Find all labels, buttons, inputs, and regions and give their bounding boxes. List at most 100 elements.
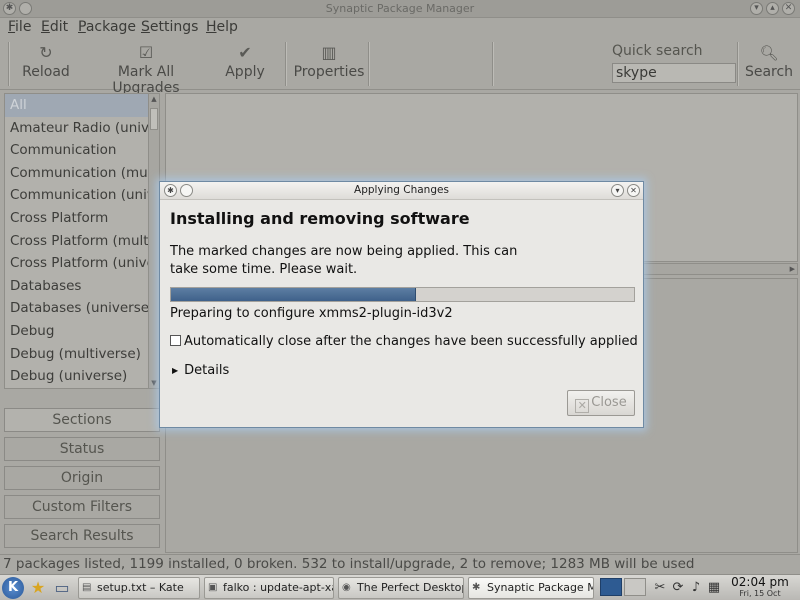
properties-icon: ▥: [321, 43, 337, 62]
details-expander[interactable]: ▶ Details: [172, 363, 229, 378]
origin-filter-button[interactable]: Origin: [4, 466, 160, 490]
menu-help[interactable]: Help: [206, 19, 238, 35]
section-item[interactable]: All: [5, 94, 148, 117]
reload-icon: ↻: [39, 43, 53, 62]
properties-label: Properties: [293, 64, 365, 80]
section-item[interactable]: Debug (universe): [5, 365, 148, 388]
progress-status-text: Preparing to configure xmms2-plugin-id3v…: [170, 306, 453, 321]
main-window-title: Synaptic Package Manager: [325, 2, 475, 15]
show-desktop-icon[interactable]: ▭: [52, 578, 72, 598]
updates-icon[interactable]: ⟳: [669, 578, 687, 598]
desktop-pager-2[interactable]: [624, 578, 646, 596]
task-terminal[interactable]: ▣ falko : update-apt-xapi: [204, 577, 334, 599]
task-browser[interactable]: ◉ The Perfect Desktop -: [338, 577, 464, 599]
properties-button[interactable]: ▥ Properties: [293, 43, 365, 81]
task-label: setup.txt – Kate: [97, 581, 184, 594]
quick-search-label: Quick search: [612, 43, 703, 59]
sections-scrollbar[interactable]: ▲ ▼: [148, 94, 159, 388]
section-item[interactable]: Communication: [5, 139, 148, 162]
menu-package[interactable]: Package: [78, 19, 136, 35]
close-label: Close: [591, 395, 627, 410]
menu-edit[interactable]: Edit: [41, 19, 68, 35]
section-item[interactable]: Cross Platform (multiverse): [5, 230, 148, 253]
section-item[interactable]: Amateur Radio (universe): [5, 117, 148, 140]
main-titlebar: ✱ Synaptic Package Manager ▾ ▴ ✕: [0, 0, 800, 18]
apply-button[interactable]: ✔ Apply: [222, 43, 268, 81]
scroll-up-arrow-icon[interactable]: ▲: [150, 94, 158, 104]
task-kate[interactable]: ▤ setup.txt – Kate: [78, 577, 200, 599]
section-item[interactable]: Communication (universe): [5, 184, 148, 207]
section-item[interactable]: Databases: [5, 275, 148, 298]
dialog-title: Applying Changes: [354, 184, 449, 196]
close-x-icon: ✕: [575, 399, 590, 413]
sections-filter-button[interactable]: Sections: [4, 408, 160, 432]
dialog-titlebar: ✱ Applying Changes ▾ ✕: [160, 182, 643, 200]
expander-triangle-icon: ▶: [172, 366, 179, 375]
toolbar-separator: [492, 42, 494, 86]
minimize-icon[interactable]: ▾: [750, 2, 763, 15]
custom-filters-button[interactable]: Custom Filters: [4, 495, 160, 519]
search-icon: 🔍︎: [759, 44, 779, 62]
maximize-icon[interactable]: ▴: [766, 2, 779, 15]
terminal-icon: ▣: [208, 582, 218, 593]
auto-close-label: Automatically close after the changes ha…: [184, 334, 638, 349]
mark-all-upgrades-button[interactable]: ☑ Mark All Upgrades: [84, 43, 208, 97]
apply-checkmark-icon: ✔: [238, 43, 252, 62]
section-item[interactable]: Debug (multiverse): [5, 343, 148, 366]
search-results-button[interactable]: Search Results: [4, 524, 160, 548]
scroll-right-arrow-icon[interactable]: ▶: [790, 264, 795, 274]
scroll-down-arrow-icon[interactable]: ▼: [150, 378, 158, 388]
task-label: falko : update-apt-xapi: [223, 581, 333, 594]
status-filter-button[interactable]: Status: [4, 437, 160, 461]
status-bar: 7 packages listed, 1199 installed, 0 bro…: [0, 554, 800, 573]
toolbar-separator: [737, 42, 739, 86]
task-label: The Perfect Desktop -: [357, 581, 464, 594]
quick-search-input[interactable]: skype: [612, 63, 736, 83]
section-item[interactable]: Databases (universe): [5, 297, 148, 320]
section-item[interactable]: Cross Platform (universe): [5, 252, 148, 275]
volume-icon[interactable]: ♪: [687, 578, 705, 598]
details-label: Details: [184, 363, 230, 378]
progress-bar-fill: [171, 288, 417, 301]
search-button[interactable]: 🔍︎ Search: [740, 42, 798, 86]
apply-label: Apply: [225, 64, 265, 80]
desktop-pager-1[interactable]: [600, 578, 622, 596]
menu-settings[interactable]: Settings: [141, 19, 198, 35]
section-item[interactable]: Debug: [5, 320, 148, 343]
menu-bar: File Edit Package Settings Help: [0, 18, 800, 38]
mark-upgrades-icon: ☑: [138, 43, 154, 62]
progress-bar: [170, 287, 635, 302]
dialog-heading: Installing and removing software: [170, 209, 470, 228]
mark-all-upgrades-label: Mark All Upgrades: [112, 64, 180, 96]
dialog-close-icon[interactable]: ✕: [627, 184, 640, 197]
clock[interactable]: 02:04 pm Fri, 15 Oct: [727, 576, 793, 599]
task-synaptic[interactable]: ✱ Synaptic Package Mana: [468, 577, 594, 599]
sections-list[interactable]: All Amateur Radio (universe) Communicati…: [4, 93, 160, 389]
close-button: ✕ Close: [567, 390, 635, 416]
dialog-minimize-icon[interactable]: ▾: [611, 184, 624, 197]
reload-button[interactable]: ↻ Reload: [22, 43, 70, 81]
toolbar-separator: [8, 42, 10, 86]
synaptic-icon: ✱: [472, 582, 481, 593]
clipboard-scissors-icon[interactable]: ✂: [651, 578, 669, 598]
auto-close-option[interactable]: Automatically close after the changes ha…: [170, 334, 638, 349]
toolbar-separator: [285, 42, 287, 86]
network-icon[interactable]: ▦: [705, 578, 723, 598]
auto-close-checkbox[interactable]: [170, 335, 181, 346]
kate-icon: ▤: [82, 582, 92, 593]
section-item[interactable]: Communication (multiverse): [5, 162, 148, 185]
scrollbar-thumb[interactable]: [150, 108, 158, 130]
toolbar-separator: [368, 42, 370, 86]
browser-icon: ◉: [342, 582, 351, 593]
reload-label: Reload: [22, 64, 70, 80]
clock-time: 02:04 pm: [731, 575, 789, 589]
taskbar: K ★ ▭ ▤ setup.txt – Kate ▣ falko : update-…: [0, 574, 800, 600]
section-item[interactable]: Cross Platform: [5, 207, 148, 230]
applying-changes-dialog: ✱ Applying Changes ▾ ✕ Installing and re…: [159, 181, 644, 428]
task-label: Synaptic Package Mana: [487, 581, 593, 594]
package-list-hscrollbar[interactable]: ▶: [640, 263, 798, 275]
kde-menu-icon[interactable]: K: [2, 577, 24, 599]
menu-file[interactable]: File: [8, 19, 31, 35]
favorites-star-icon[interactable]: ★: [28, 578, 48, 598]
close-window-icon[interactable]: ✕: [782, 2, 795, 15]
